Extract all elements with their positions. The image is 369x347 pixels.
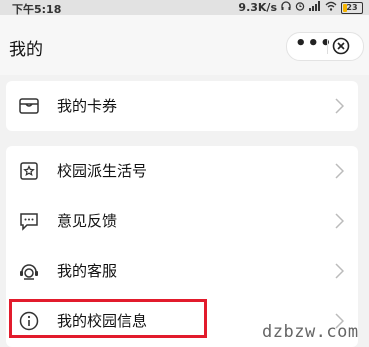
highlight-box: [9, 299, 207, 338]
chevron-right-icon: [335, 213, 345, 229]
battery-level: 23: [346, 2, 358, 12]
chat-bubble-icon: [18, 210, 40, 232]
more-button[interactable]: •••: [295, 33, 332, 60]
card-coupons: 我的卡券: [6, 81, 358, 131]
star-badge-icon: [18, 160, 40, 182]
mini-program-capsule: •••: [286, 32, 364, 61]
header: 我的 •••: [0, 15, 369, 75]
menu-item-label: 我的客服: [57, 262, 118, 280]
chevron-right-icon: [335, 98, 345, 114]
menu-item-label: 意见反馈: [57, 212, 118, 230]
menu-item-label: 我的卡券: [57, 97, 118, 115]
wifi-icon: [325, 1, 337, 14]
chevron-right-icon: [335, 163, 345, 179]
page-title: 我的: [9, 40, 43, 60]
wallet-icon: [18, 95, 40, 117]
headphone-icon: [281, 1, 291, 14]
close-icon[interactable]: [332, 37, 350, 55]
status-indicators: 9.3K/s 23: [238, 1, 363, 14]
headset-icon: [18, 260, 40, 282]
capsule-divider: [327, 39, 328, 54]
watermark: dzbzw.com: [262, 322, 359, 342]
signal-icon: [309, 1, 321, 14]
menu-item-feedback[interactable]: 意见反馈: [6, 196, 358, 246]
alarm-icon: [295, 1, 305, 14]
status-bar: 下午5:18 9.3K/s 23: [0, 0, 369, 16]
menu-item-customer-service[interactable]: 我的客服: [6, 246, 358, 296]
battery-icon: 23: [341, 1, 363, 14]
menu-item-label: 校园派生活号: [57, 162, 148, 180]
menu-item-life-account[interactable]: 校园派生活号: [6, 146, 358, 196]
net-speed: 9.3K/s: [238, 1, 277, 14]
chevron-right-icon: [335, 263, 345, 279]
menu-item-coupons[interactable]: 我的卡券: [6, 81, 358, 131]
